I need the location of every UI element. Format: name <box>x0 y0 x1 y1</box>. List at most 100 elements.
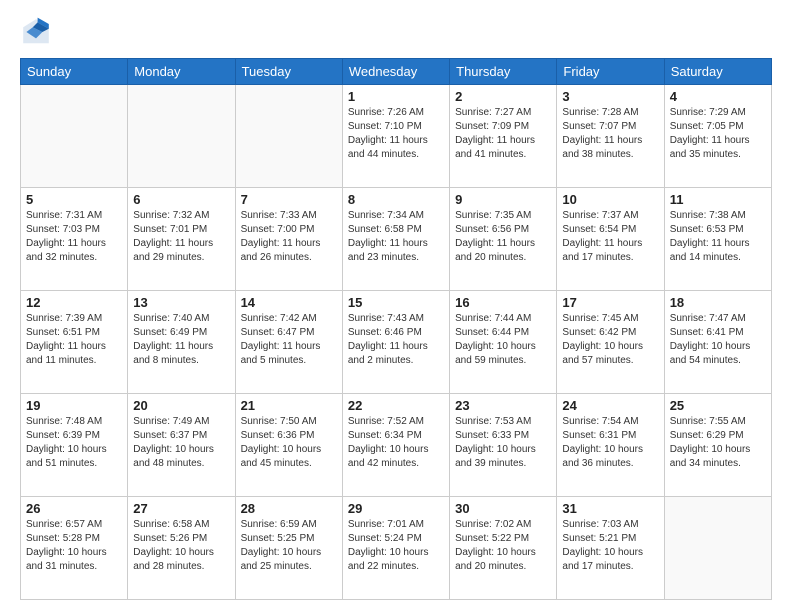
col-saturday: Saturday <box>664 59 771 85</box>
day-cell-1-0: 5Sunrise: 7:31 AMSunset: 7:03 PMDaylight… <box>21 188 128 291</box>
day-info-line: Daylight: 11 hours and 38 minutes. <box>562 134 658 162</box>
day-cell-4-5: 31 Sunrise: 7:03 AMSunset: 5:21 PMDayligh… <box>557 497 664 600</box>
day-info-line: Daylight: 10 hours and 31 minutes. <box>26 546 122 574</box>
day-cell-4-2: 28 Sunrise: 6:59 AMSunset: 5:25 PMDayligh… <box>235 497 342 600</box>
day-number: 21 <box>241 398 337 413</box>
col-sunday: Sunday <box>21 59 128 85</box>
day-cell-3-3: 22 Sunrise: 7:52 AMSunset: 6:34 PMDayligh… <box>342 394 449 497</box>
day-number: 6 <box>133 192 229 207</box>
week-row-1: 1Sunrise: 7:26 AMSunset: 7:10 PMDaylight… <box>21 85 772 188</box>
day-info-line: Sunrise: 7:34 AM <box>348 209 444 223</box>
day-number: 18 <box>670 295 766 310</box>
col-friday: Friday <box>557 59 664 85</box>
day-number: 26 <box>26 501 122 516</box>
day-info-line: Daylight: 10 hours and 17 minutes. <box>562 546 658 574</box>
day-cell-4-0: 26Sunrise: 6:57 AMSunset: 5:28 PMDayligh… <box>21 497 128 600</box>
day-number: 13 <box>133 295 229 310</box>
day-info-line: Sunrise: 7:29 AM <box>670 106 766 120</box>
day-info-line: Sunrise: 7:49 AM <box>133 415 229 429</box>
day-number: 30 <box>455 501 551 516</box>
day-info-line: Sunrise: 7:53 AM <box>455 415 551 429</box>
calendar-table: Sunday Monday Tuesday Wednesday Thursday… <box>20 58 772 600</box>
day-info-line: Daylight: 11 hours and 8 minutes. <box>133 340 229 368</box>
day-info-line: Daylight: 11 hours and 35 minutes. <box>670 134 766 162</box>
day-info-line: Daylight: 10 hours and 45 minutes. <box>241 443 337 471</box>
calendar-header-row: Sunday Monday Tuesday Wednesday Thursday… <box>21 59 772 85</box>
day-number: 8 <box>348 192 444 207</box>
day-cell-0-5: 3Sunrise: 7:28 AMSunset: 7:07 PMDaylight… <box>557 85 664 188</box>
day-info-line: Sunset: 7:03 PM <box>26 223 122 237</box>
day-cell-0-3: 1Sunrise: 7:26 AMSunset: 7:10 PMDaylight… <box>342 85 449 188</box>
day-info-line: Daylight: 10 hours and 36 minutes. <box>562 443 658 471</box>
week-row-2: 5Sunrise: 7:31 AMSunset: 7:03 PMDaylight… <box>21 188 772 291</box>
day-info-line: Daylight: 11 hours and 32 minutes. <box>26 237 122 265</box>
day-number: 28 <box>241 501 337 516</box>
day-info-line: Daylight: 10 hours and 54 minutes. <box>670 340 766 368</box>
day-info-line: Sunrise: 6:59 AM <box>241 518 337 532</box>
day-info-line: Sunset: 6:47 PM <box>241 326 337 340</box>
day-info-line: Sunset: 6:56 PM <box>455 223 551 237</box>
day-info-line: Sunset: 5:25 PM <box>241 532 337 546</box>
day-info-line: Daylight: 10 hours and 42 minutes. <box>348 443 444 471</box>
day-info-line: Sunrise: 7:38 AM <box>670 209 766 223</box>
day-info-line: Sunset: 7:05 PM <box>670 120 766 134</box>
day-info-line: Sunrise: 7:31 AM <box>26 209 122 223</box>
day-info-line: Daylight: 11 hours and 11 minutes. <box>26 340 122 368</box>
day-cell-3-0: 19Sunrise: 7:48 AMSunset: 6:39 PMDayligh… <box>21 394 128 497</box>
day-info-line: Sunset: 6:34 PM <box>348 429 444 443</box>
day-cell-1-2: 7Sunrise: 7:33 AMSunset: 7:00 PMDaylight… <box>235 188 342 291</box>
day-info-line: Sunset: 6:39 PM <box>26 429 122 443</box>
day-cell-1-3: 8Sunrise: 7:34 AMSunset: 6:58 PMDaylight… <box>342 188 449 291</box>
day-cell-1-4: 9Sunrise: 7:35 AMSunset: 6:56 PMDaylight… <box>450 188 557 291</box>
day-number: 3 <box>562 89 658 104</box>
day-info-line: Daylight: 10 hours and 39 minutes. <box>455 443 551 471</box>
day-info-line: Daylight: 10 hours and 57 minutes. <box>562 340 658 368</box>
day-info-line: Sunrise: 7:03 AM <box>562 518 658 532</box>
day-info-line: Sunset: 6:44 PM <box>455 326 551 340</box>
day-cell-2-6: 18Sunrise: 7:47 AMSunset: 6:41 PMDayligh… <box>664 291 771 394</box>
day-info-line: Daylight: 11 hours and 23 minutes. <box>348 237 444 265</box>
day-info-line: Sunset: 5:26 PM <box>133 532 229 546</box>
day-number: 14 <box>241 295 337 310</box>
day-cell-4-4: 30Sunrise: 7:02 AMSunset: 5:22 PMDayligh… <box>450 497 557 600</box>
day-cell-3-1: 20Sunrise: 7:49 AMSunset: 6:37 PMDayligh… <box>128 394 235 497</box>
day-number: 2 <box>455 89 551 104</box>
day-info-line: Daylight: 10 hours and 25 minutes. <box>241 546 337 574</box>
day-number: 15 <box>348 295 444 310</box>
day-cell-1-1: 6Sunrise: 7:32 AMSunset: 7:01 PMDaylight… <box>128 188 235 291</box>
day-number: 22 <box>348 398 444 413</box>
day-info-line: Sunset: 6:37 PM <box>133 429 229 443</box>
day-cell-0-4: 2Sunrise: 7:27 AMSunset: 7:09 PMDaylight… <box>450 85 557 188</box>
col-thursday: Thursday <box>450 59 557 85</box>
day-number: 9 <box>455 192 551 207</box>
day-cell-0-2 <box>235 85 342 188</box>
day-cell-4-3: 29Sunrise: 7:01 AMSunset: 5:24 PMDayligh… <box>342 497 449 600</box>
day-info-line: Sunset: 6:46 PM <box>348 326 444 340</box>
day-info-line: Daylight: 10 hours and 59 minutes. <box>455 340 551 368</box>
day-info-line: Sunset: 6:41 PM <box>670 326 766 340</box>
page-container: Sunday Monday Tuesday Wednesday Thursday… <box>0 0 792 612</box>
day-info-line: Sunset: 6:49 PM <box>133 326 229 340</box>
day-cell-2-1: 13Sunrise: 7:40 AMSunset: 6:49 PMDayligh… <box>128 291 235 394</box>
day-number: 31 <box>562 501 658 516</box>
day-info-line: Sunrise: 7:52 AM <box>348 415 444 429</box>
day-info-line: Sunrise: 6:58 AM <box>133 518 229 532</box>
day-info-line: Daylight: 11 hours and 29 minutes. <box>133 237 229 265</box>
day-number: 23 <box>455 398 551 413</box>
logo <box>20 16 56 48</box>
day-info-line: Sunset: 5:21 PM <box>562 532 658 546</box>
week-row-5: 26Sunrise: 6:57 AMSunset: 5:28 PMDayligh… <box>21 497 772 600</box>
day-number: 12 <box>26 295 122 310</box>
day-info-line: Sunset: 6:42 PM <box>562 326 658 340</box>
day-info-line: Daylight: 10 hours and 28 minutes. <box>133 546 229 574</box>
day-number: 4 <box>670 89 766 104</box>
day-info-line: Sunrise: 7:48 AM <box>26 415 122 429</box>
day-cell-0-1 <box>128 85 235 188</box>
week-row-3: 12Sunrise: 7:39 AMSunset: 6:51 PMDayligh… <box>21 291 772 394</box>
day-cell-2-5: 17Sunrise: 7:45 AMSunset: 6:42 PMDayligh… <box>557 291 664 394</box>
day-cell-2-3: 15Sunrise: 7:43 AMSunset: 6:46 PMDayligh… <box>342 291 449 394</box>
day-info-line: Sunrise: 7:27 AM <box>455 106 551 120</box>
day-number: 16 <box>455 295 551 310</box>
day-info-line: Sunrise: 7:39 AM <box>26 312 122 326</box>
day-number: 29 <box>348 501 444 516</box>
